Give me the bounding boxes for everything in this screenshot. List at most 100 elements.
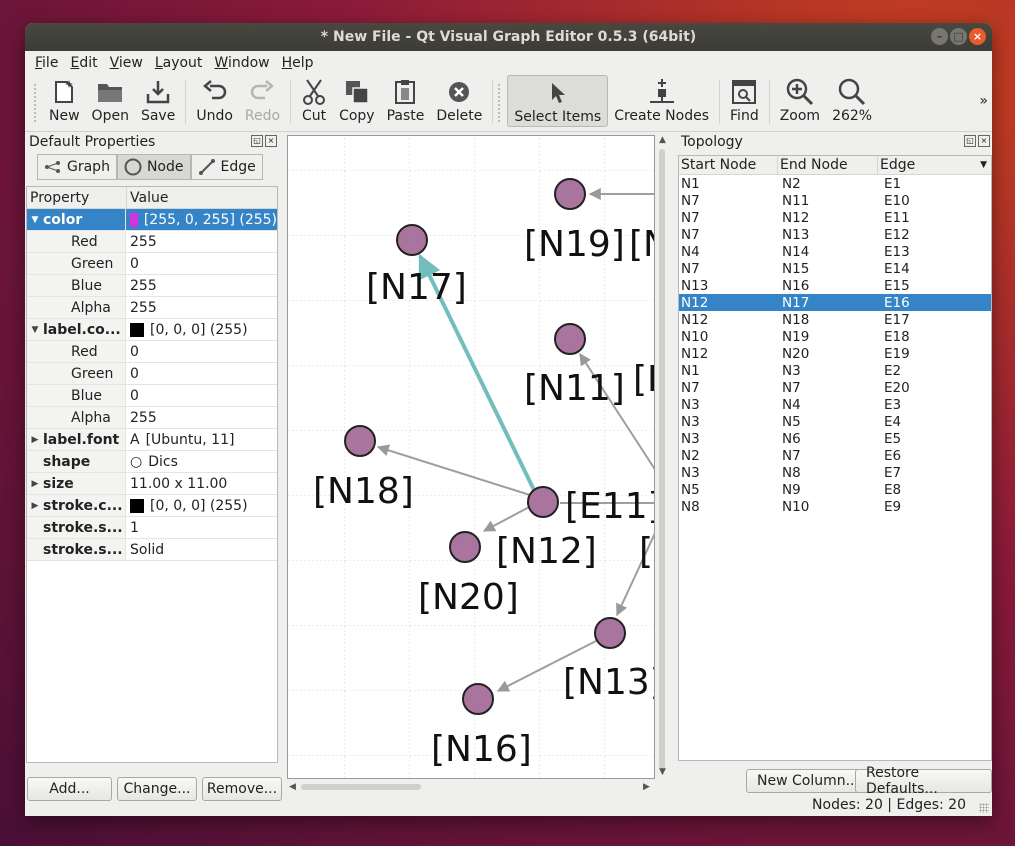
vertical-scroll-thumb[interactable]: [659, 149, 665, 769]
header-value[interactable]: Value: [127, 187, 168, 208]
topology-row[interactable]: N3 N8 E7: [679, 464, 991, 481]
property-row[interactable]: ▼ color [255, 0, 255] (255): [27, 209, 277, 231]
zoom-level-button[interactable]: 262%: [826, 75, 878, 127]
new-button[interactable]: New: [43, 75, 86, 127]
topology-row[interactable]: N3 N6 E5: [679, 430, 991, 447]
property-row[interactable]: Green 0: [27, 363, 277, 385]
scroll-up-icon[interactable]: ▲: [659, 135, 666, 145]
toolbar-handle[interactable]: [33, 83, 37, 123]
topology-row[interactable]: N1 N3 E2: [679, 362, 991, 379]
header-edge[interactable]: Edge ▼: [878, 156, 991, 174]
tab-graph[interactable]: Graph: [37, 154, 117, 180]
header-property[interactable]: Property: [27, 187, 127, 208]
property-row[interactable]: Green 0: [27, 253, 277, 275]
node-n20[interactable]: [449, 531, 481, 563]
copy-button[interactable]: Copy: [333, 75, 381, 127]
open-button[interactable]: Open: [86, 75, 135, 127]
node-n17[interactable]: [396, 224, 428, 256]
toolbar-handle[interactable]: [497, 83, 502, 123]
menu-window[interactable]: Window: [208, 55, 275, 71]
graph-canvas[interactable]: [N19] [N [N17] [N11] [E [N18] [E11] [N12…: [287, 135, 655, 779]
restore-defaults-button[interactable]: Restore Defaults...: [855, 765, 992, 797]
property-row[interactable]: Blue 255: [27, 275, 277, 297]
topology-row[interactable]: N1 N2 E1: [679, 175, 991, 192]
menu-help[interactable]: Help: [276, 55, 320, 71]
header-end-node[interactable]: End Node: [778, 156, 878, 174]
menu-view[interactable]: View: [104, 55, 149, 71]
property-row[interactable]: Alpha 255: [27, 407, 277, 429]
scroll-left-icon[interactable]: ◀: [289, 782, 296, 792]
property-row[interactable]: ▼ label.co... [0, 0, 0] (255): [27, 319, 277, 341]
node-n16[interactable]: [462, 683, 494, 715]
redo-button[interactable]: Redo: [239, 75, 286, 127]
topology-row[interactable]: N5 N9 E8: [679, 481, 991, 498]
node-n11[interactable]: [554, 323, 586, 355]
property-row[interactable]: shape ○ Dics: [27, 451, 277, 473]
find-button[interactable]: Find: [724, 75, 765, 127]
topology-row[interactable]: N12 N18 E17: [679, 311, 991, 328]
expand-arrow-icon[interactable]: ▼: [27, 215, 43, 225]
add-button[interactable]: Add...: [27, 777, 112, 801]
zoom-in-button[interactable]: Zoom: [774, 75, 826, 127]
change-button[interactable]: Change...: [117, 777, 197, 801]
property-row[interactable]: ▶ size 11.00 x 11.00: [27, 473, 277, 495]
topology-row[interactable]: N2 N7 E6: [679, 447, 991, 464]
minimize-button[interactable]: –: [931, 28, 948, 45]
close-dock-icon[interactable]: ×: [265, 135, 277, 147]
vertical-scrollbar[interactable]: ▲ ▼: [655, 135, 671, 779]
node-n19[interactable]: [554, 178, 586, 210]
property-row[interactable]: Blue 0: [27, 385, 277, 407]
property-row[interactable]: Alpha 255: [27, 297, 277, 319]
menu-layout[interactable]: Layout: [149, 55, 209, 71]
scroll-down-icon[interactable]: ▼: [659, 767, 666, 777]
toolbar-overflow-button[interactable]: »: [979, 93, 988, 109]
remove-button[interactable]: Remove...: [202, 777, 282, 801]
property-row[interactable]: stroke.s... 1: [27, 517, 277, 539]
topology-row[interactable]: N12 N20 E19: [679, 345, 991, 362]
tab-edge[interactable]: Edge: [190, 154, 263, 180]
undo-button[interactable]: Undo: [190, 75, 239, 127]
node-n13[interactable]: [594, 617, 626, 649]
node-n7[interactable]: [527, 486, 559, 518]
topology-row[interactable]: N7 N11 E10: [679, 192, 991, 209]
float-dock-icon[interactable]: ◱: [251, 135, 263, 147]
horizontal-scroll-thumb[interactable]: [301, 784, 421, 790]
topology-row[interactable]: N7 N13 E12: [679, 226, 991, 243]
save-button[interactable]: Save: [135, 75, 181, 127]
topology-row[interactable]: N7 N15 E14: [679, 260, 991, 277]
topology-row[interactable]: N13 N16 E15: [679, 277, 991, 294]
new-column-button[interactable]: New Column...: [746, 769, 870, 793]
resize-grip[interactable]: [979, 803, 989, 813]
topology-row[interactable]: N3 N4 E3: [679, 396, 991, 413]
property-row[interactable]: ▶ stroke.c... [0, 0, 0] (255): [27, 495, 277, 517]
expand-arrow-icon[interactable]: ▶: [27, 435, 43, 445]
property-row[interactable]: ▶ label.font A [Ubuntu, 11]: [27, 429, 277, 451]
topology-row[interactable]: N7 N7 E20: [679, 379, 991, 396]
expand-arrow-icon[interactable]: ▼: [27, 325, 43, 335]
topology-row[interactable]: N10 N19 E18: [679, 328, 991, 345]
menu-file[interactable]: File: [29, 55, 64, 71]
create-nodes-button[interactable]: Create Nodes: [608, 75, 715, 127]
close-button[interactable]: ×: [969, 28, 986, 45]
tab-node[interactable]: Node: [116, 154, 191, 180]
node-n18[interactable]: [344, 425, 376, 457]
topology-row[interactable]: N4 N14 E13: [679, 243, 991, 260]
expand-arrow-icon[interactable]: ▶: [27, 479, 43, 489]
topology-row[interactable]: N8 N10 E9: [679, 498, 991, 515]
paste-button[interactable]: Paste: [381, 75, 431, 127]
delete-button[interactable]: Delete: [430, 75, 488, 127]
maximize-button[interactable]: □: [950, 28, 967, 45]
property-row[interactable]: Red 0: [27, 341, 277, 363]
horizontal-scrollbar[interactable]: ◀ ▶: [287, 779, 655, 795]
cut-button[interactable]: Cut: [295, 75, 333, 127]
property-row[interactable]: Red 255: [27, 231, 277, 253]
topology-row[interactable]: N7 N12 E11: [679, 209, 991, 226]
menu-edit[interactable]: Edit: [64, 55, 103, 71]
topology-row[interactable]: N12 N17 E16: [679, 294, 991, 311]
scroll-right-icon[interactable]: ▶: [643, 782, 650, 792]
close-dock-icon[interactable]: ×: [978, 135, 990, 147]
header-start-node[interactable]: Start Node: [679, 156, 778, 174]
topology-row[interactable]: N3 N5 E4: [679, 413, 991, 430]
select-items-button[interactable]: Select Items: [507, 75, 609, 127]
float-dock-icon[interactable]: ◱: [964, 135, 976, 147]
